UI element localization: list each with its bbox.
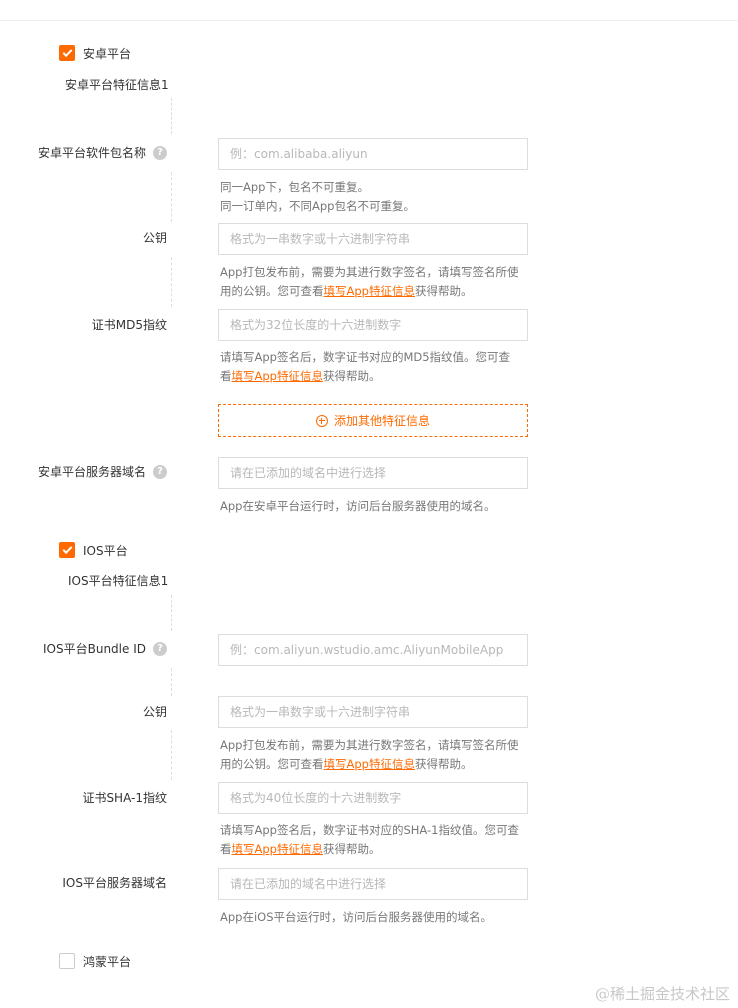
ios-domain-help: App在iOS平台运行时，访问后台服务器使用的域名。 [220, 910, 493, 924]
help-icon[interactable]: ? [153, 642, 167, 656]
checkbox-unchecked-icon[interactable] [59, 953, 75, 969]
help-line: 同一订单内，不同App包名不可重复。 [220, 199, 415, 213]
ios-sha1-input[interactable] [218, 782, 528, 814]
ios-bundle-input[interactable] [218, 634, 528, 666]
android-public-key-label: 公钥 [142, 231, 167, 245]
harmony-platform-checkbox[interactable]: 鸿蒙平台 [59, 952, 131, 970]
android-package-input[interactable] [218, 138, 528, 170]
divider-line [171, 730, 172, 780]
top-divider [0, 20, 738, 21]
android-package-label: 安卓平台软件包名称 ? [38, 145, 167, 161]
help-text-prefix: 用的公钥。您可查看 [220, 757, 324, 771]
fill-app-feature-link[interactable]: 填写App特征信息 [232, 842, 323, 856]
help-text-prefix: 看 [220, 369, 232, 383]
help-line: 用的公钥。您可查看填写App特征信息获得帮助。 [220, 755, 540, 774]
ios-bundle-label: IOS平台Bundle ID ? [43, 641, 167, 657]
help-text-suffix: 获得帮助。 [414, 284, 473, 298]
android-domain-select[interactable] [218, 457, 528, 489]
android-md5-label: 证书MD5指纹 [91, 318, 167, 332]
add-feature-info-button[interactable]: 添加其他特征信息 [218, 404, 528, 437]
divider-line [171, 257, 172, 307]
help-line: 请填写App签名后，数字证书对应的MD5指纹值。您可查 [220, 350, 511, 364]
android-domain-label: 安卓平台服务器域名 ? [38, 464, 167, 480]
help-text-prefix: 用的公钥。您可查看 [220, 284, 324, 298]
help-line: 看填写App特征信息获得帮助。 [220, 840, 540, 859]
help-icon[interactable]: ? [153, 465, 167, 479]
ios-sha1-help: 请填写App签名后，数字证书对应的SHA-1指纹值。您可查 看填写App特征信息… [220, 821, 540, 859]
ios-domain-label: IOS平台服务器域名 [62, 876, 167, 890]
help-text-suffix: 获得帮助。 [322, 842, 381, 856]
ios-section-title: IOS平台特征信息1 [68, 574, 169, 588]
android-platform-checkbox[interactable]: 安卓平台 [59, 44, 131, 62]
divider-line [171, 172, 172, 222]
help-text-suffix: 获得帮助。 [322, 369, 381, 383]
android-package-label-text: 安卓平台软件包名称 [37, 146, 146, 160]
add-feature-info-label: 添加其他特征信息 [333, 414, 430, 428]
android-section-title: 安卓平台特征信息1 [65, 78, 169, 92]
fill-app-feature-link[interactable]: 填写App特征信息 [232, 369, 323, 383]
help-line: 请填写App签名后，数字证书对应的SHA-1指纹值。您可查 [220, 823, 519, 837]
ios-platform-checkbox[interactable]: IOS平台 [59, 541, 128, 559]
android-platform-label: 安卓平台 [83, 46, 132, 61]
help-text-suffix: 获得帮助。 [414, 757, 473, 771]
ios-public-key-help: App打包发布前，需要为其进行数字签名，请填写签名所使 用的公钥。您可查看填写A… [220, 736, 540, 774]
help-line: 同一App下，包名不可重复。 [220, 180, 369, 194]
android-domain-help: App在安卓平台运行时，访问后台服务器使用的域名。 [220, 499, 496, 513]
android-public-key-input[interactable] [218, 223, 528, 255]
checkbox-checked-icon[interactable] [59, 45, 75, 61]
help-line: 用的公钥。您可查看填写App特征信息获得帮助。 [220, 282, 540, 301]
watermark: @稀土掘金技术社区 [594, 985, 730, 1003]
help-line: App打包发布前，需要为其进行数字签名，请填写签名所使 [220, 265, 519, 279]
android-public-key-help: App打包发布前，需要为其进行数字签名，请填写签名所使 用的公钥。您可查看填写A… [220, 263, 540, 301]
help-text-prefix: 看 [220, 842, 232, 856]
help-line: App打包发布前，需要为其进行数字签名，请填写签名所使 [220, 738, 519, 752]
ios-public-key-label: 公钥 [142, 705, 167, 719]
ios-bundle-label-text: IOS平台Bundle ID [43, 642, 146, 656]
android-package-help: 同一App下，包名不可重复。 同一订单内，不同App包名不可重复。 [220, 178, 540, 216]
fill-app-feature-link[interactable]: 填写App特征信息 [324, 284, 415, 298]
help-icon[interactable]: ? [153, 146, 167, 160]
ios-domain-select[interactable] [218, 868, 528, 900]
divider-line [171, 668, 172, 696]
android-domain-label-text: 安卓平台服务器域名 [37, 465, 146, 479]
ios-sha1-label: 证书SHA-1指纹 [82, 791, 167, 805]
android-md5-help: 请填写App签名后，数字证书对应的MD5指纹值。您可查 看填写App特征信息获得… [220, 348, 540, 386]
divider-line [171, 595, 172, 631]
help-line: 看填写App特征信息获得帮助。 [220, 367, 540, 386]
harmony-platform-label: 鸿蒙平台 [83, 954, 132, 969]
fill-app-feature-link[interactable]: 填写App特征信息 [324, 757, 415, 771]
checkbox-checked-icon[interactable] [59, 542, 75, 558]
plus-circle-icon [315, 414, 328, 427]
ios-platform-label: IOS平台 [83, 543, 128, 558]
ios-public-key-input[interactable] [218, 696, 528, 728]
android-md5-input[interactable] [218, 309, 528, 341]
divider-line [171, 98, 172, 134]
